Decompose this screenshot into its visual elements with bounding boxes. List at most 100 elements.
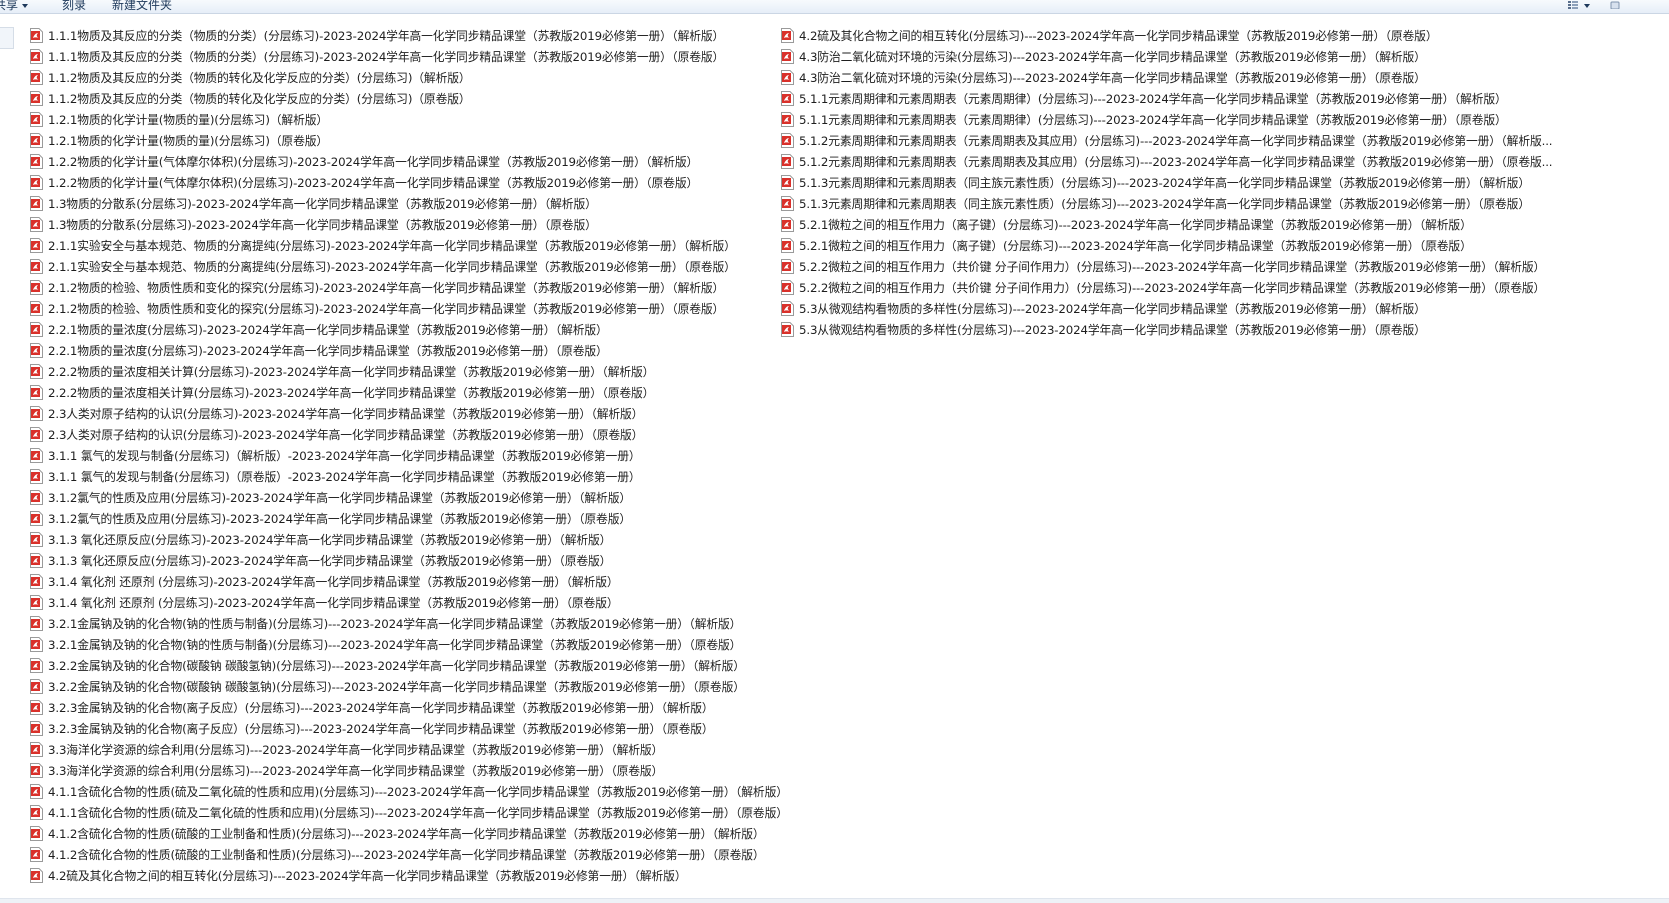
- help-icon[interactable]: [1610, 1, 1620, 9]
- file-item[interactable]: 5.3从微观结构看物质的多样性(分层练习)---2023-2024学年高一化学同…: [781, 298, 1552, 319]
- file-item[interactable]: 2.1.2物质的检验、物质性质和变化的探究(分层练习)-2023-2024学年高…: [30, 298, 788, 319]
- file-item[interactable]: 3.1.2氯气的性质及应用(分层练习)-2023-2024学年高一化学同步精品课…: [30, 487, 788, 508]
- file-item[interactable]: 4.3防治二氧化硫对环境的污染(分层练习)---2023-2024学年高一化学同…: [781, 67, 1552, 88]
- file-name: 3.3海洋化学资源的综合利用(分层练习)---2023-2024学年高一化学同步…: [48, 764, 664, 778]
- file-name: 1.2.1物质的化学计量(物质的量)(分层练习)（原卷版）: [48, 134, 329, 148]
- file-item[interactable]: 4.1.2含硫化合物的性质(硫酸的工业制备和性质)(分层练习)---2023-2…: [30, 844, 788, 865]
- file-name: 1.1.2物质及其反应的分类（物质的转化及化学反应的分类）(分层练习)（解析版）: [48, 71, 471, 85]
- pdf-file-icon: [30, 553, 43, 568]
- view-options-icon[interactable]: [1568, 1, 1578, 9]
- file-item[interactable]: 1.1.1物质及其反应的分类（物质的分类）(分层练习)-2023-2024学年高…: [30, 25, 788, 46]
- pdf-file-icon: [30, 112, 43, 127]
- file-item[interactable]: 2.3人类对原子结构的认识(分层练习)-2023-2024学年高一化学同步精品课…: [30, 403, 788, 424]
- file-item[interactable]: 5.2.1微粒之间的相互作用力（离子键）(分层练习)---2023-2024学年…: [781, 235, 1552, 256]
- pdf-file-icon: [781, 322, 794, 337]
- file-item[interactable]: 2.1.1实验安全与基本规范、物质的分离提纯(分层练习)-2023-2024学年…: [30, 256, 788, 277]
- file-item[interactable]: 2.1.2物质的检验、物质性质和变化的探究(分层练习)-2023-2024学年高…: [30, 277, 788, 298]
- file-item[interactable]: 4.1.1含硫化合物的性质(硫及二氧化硫的性质和应用)(分层练习)---2023…: [30, 781, 788, 802]
- file-item[interactable]: 4.1.1含硫化合物的性质(硫及二氧化硫的性质和应用)(分层练习)---2023…: [30, 802, 788, 823]
- file-item[interactable]: 1.1.2物质及其反应的分类（物质的转化及化学反应的分类）(分层练习)（原卷版）: [30, 88, 788, 109]
- file-item[interactable]: 3.2.2金属钠及钠的化合物(碳酸钠 碳酸氢钠)(分层练习)---2023-20…: [30, 676, 788, 697]
- file-item[interactable]: 3.1.1 氯气的发现与制备(分层练习)（原卷版）-2023-2024学年高一化…: [30, 466, 788, 487]
- file-name: 3.1.2氯气的性质及应用(分层练习)-2023-2024学年高一化学同步精品课…: [48, 512, 631, 526]
- file-name: 1.2.2物质的化学计量(气体摩尔体积)(分层练习)-2023-2024学年高一…: [48, 176, 699, 190]
- file-name: 3.3海洋化学资源的综合利用(分层练习)---2023-2024学年高一化学同步…: [48, 743, 664, 757]
- file-name: 1.1.1物质及其反应的分类（物质的分类）(分层练习)-2023-2024学年高…: [48, 29, 725, 43]
- file-item[interactable]: 1.3物质的分散系(分层练习)-2023-2024学年高一化学同步精品课堂（苏教…: [30, 214, 788, 235]
- file-name: 4.3防治二氧化硫对环境的污染(分层练习)---2023-2024学年高一化学同…: [799, 50, 1426, 64]
- share-button[interactable]: 共享: [0, 0, 29, 13]
- pdf-file-icon: [30, 679, 43, 694]
- file-item[interactable]: 3.1.3 氧化还原反应(分层练习)-2023-2024学年高一化学同步精品课堂…: [30, 550, 788, 571]
- file-item[interactable]: 5.1.1元素周期律和元素周期表（元素周期律）(分层练习)---2023-202…: [781, 109, 1552, 130]
- file-item[interactable]: 3.1.4 氧化剂 还原剂 (分层练习)-2023-2024学年高一化学同步精品…: [30, 592, 788, 613]
- file-name: 3.1.4 氧化剂 还原剂 (分层练习)-2023-2024学年高一化学同步精品…: [48, 575, 619, 589]
- file-name: 3.2.2金属钠及钠的化合物(碳酸钠 碳酸氢钠)(分层练习)---2023-20…: [48, 680, 745, 694]
- file-item[interactable]: 1.3物质的分散系(分层练习)-2023-2024学年高一化学同步精品课堂（苏教…: [30, 193, 788, 214]
- file-name: 3.2.2金属钠及钠的化合物(碳酸钠 碳酸氢钠)(分层练习)---2023-20…: [48, 659, 745, 673]
- file-item[interactable]: 5.2.1微粒之间的相互作用力（离子键）(分层练习)---2023-2024学年…: [781, 214, 1552, 235]
- file-item[interactable]: 5.3从微观结构看物质的多样性(分层练习)---2023-2024学年高一化学同…: [781, 319, 1552, 340]
- file-item[interactable]: 1.2.1物质的化学计量(物质的量)(分层练习)（原卷版）: [30, 130, 788, 151]
- file-item[interactable]: 4.1.2含硫化合物的性质(硫酸的工业制备和性质)(分层练习)---2023-2…: [30, 823, 788, 844]
- file-name: 2.2.2物质的量浓度相关计算(分层练习)-2023-2024学年高一化学同步精…: [48, 365, 655, 379]
- pdf-file-icon: [30, 238, 43, 253]
- file-item[interactable]: 3.1.1 氯气的发现与制备(分层练习)（解析版）-2023-2024学年高一化…: [30, 445, 788, 466]
- file-item[interactable]: 2.3人类对原子结构的认识(分层练习)-2023-2024学年高一化学同步精品课…: [30, 424, 788, 445]
- pdf-file-icon: [30, 91, 43, 106]
- file-item[interactable]: 2.2.1物质的量浓度(分层练习)-2023-2024学年高一化学同步精品课堂（…: [30, 319, 788, 340]
- file-item[interactable]: 1.2.2物质的化学计量(气体摩尔体积)(分层练习)-2023-2024学年高一…: [30, 151, 788, 172]
- file-item[interactable]: 3.2.3金属钠及钠的化合物(离子反应）(分层练习)---2023-2024学年…: [30, 718, 788, 739]
- file-item[interactable]: 3.1.2氯气的性质及应用(分层练习)-2023-2024学年高一化学同步精品课…: [30, 508, 788, 529]
- pdf-file-icon: [781, 280, 794, 295]
- file-item[interactable]: 2.2.1物质的量浓度(分层练习)-2023-2024学年高一化学同步精品课堂（…: [30, 340, 788, 361]
- pdf-file-icon: [30, 469, 43, 484]
- pdf-file-icon: [781, 91, 794, 106]
- file-item[interactable]: 5.1.3元素周期律和元素周期表（同主族元素性质）(分层练习)---2023-2…: [781, 193, 1552, 214]
- file-item[interactable]: 3.1.4 氧化剂 还原剂 (分层练习)-2023-2024学年高一化学同步精品…: [30, 571, 788, 592]
- file-item[interactable]: 5.1.2元素周期律和元素周期表（元素周期表及其应用）(分层练习)---2023…: [781, 151, 1553, 172]
- file-name: 4.1.2含硫化合物的性质(硫酸的工业制备和性质)(分层练习)---2023-2…: [48, 827, 765, 841]
- file-item[interactable]: 3.2.1金属钠及钠的化合物(钠的性质与制备)(分层练习)---2023-202…: [30, 634, 788, 655]
- file-item[interactable]: 5.1.3元素周期律和元素周期表（同主族元素性质）(分层练习)---2023-2…: [781, 172, 1552, 193]
- file-item[interactable]: 1.2.1物质的化学计量(物质的量)(分层练习)（解析版）: [30, 109, 788, 130]
- file-item[interactable]: 3.1.3 氧化还原反应(分层练习)-2023-2024学年高一化学同步精品课堂…: [30, 529, 788, 550]
- file-item[interactable]: 3.2.3金属钠及钠的化合物(离子反应）(分层练习)---2023-2024学年…: [30, 697, 788, 718]
- file-item[interactable]: 5.2.2微粒之间的相互作用力（共价键 分子间作用力）(分层练习)---2023…: [781, 277, 1552, 298]
- view-dropdown-icon[interactable]: [1584, 4, 1590, 8]
- file-item[interactable]: 5.1.2元素周期律和元素周期表（元素周期表及其应用）(分层练习)---2023…: [781, 130, 1553, 151]
- pdf-file-icon: [30, 406, 43, 421]
- file-item[interactable]: 3.2.1金属钠及钠的化合物(钠的性质与制备)(分层练习)---2023-202…: [30, 613, 788, 634]
- file-item[interactable]: 3.3海洋化学资源的综合利用(分层练习)---2023-2024学年高一化学同步…: [30, 760, 788, 781]
- file-name: 5.3从微观结构看物质的多样性(分层练习)---2023-2024学年高一化学同…: [799, 302, 1426, 316]
- file-item[interactable]: 1.2.2物质的化学计量(气体摩尔体积)(分层练习)-2023-2024学年高一…: [30, 172, 788, 193]
- pdf-file-icon: [30, 721, 43, 736]
- pdf-file-icon: [781, 238, 794, 253]
- file-item[interactable]: 3.2.2金属钠及钠的化合物(碳酸钠 碳酸氢钠)(分层练习)---2023-20…: [30, 655, 788, 676]
- pdf-file-icon: [781, 154, 794, 169]
- file-item[interactable]: 4.3防治二氧化硫对环境的污染(分层练习)---2023-2024学年高一化学同…: [781, 46, 1552, 67]
- file-name: 3.1.2氯气的性质及应用(分层练习)-2023-2024学年高一化学同步精品课…: [48, 491, 631, 505]
- file-name: 1.1.1物质及其反应的分类（物质的分类）(分层练习)-2023-2024学年高…: [48, 50, 725, 64]
- file-item[interactable]: 1.1.2物质及其反应的分类（物质的转化及化学反应的分类）(分层练习)（解析版）: [30, 67, 788, 88]
- file-item[interactable]: 4.2硫及其化合物之间的相互转化(分层练习)---2023-2024学年高一化学…: [30, 865, 788, 886]
- new-folder-button[interactable]: 新建文件夹: [112, 0, 172, 13]
- pdf-file-icon: [30, 448, 43, 463]
- pdf-file-icon: [30, 637, 43, 652]
- file-item[interactable]: 2.2.2物质的量浓度相关计算(分层练习)-2023-2024学年高一化学同步精…: [30, 382, 788, 403]
- file-name: 4.1.2含硫化合物的性质(硫酸的工业制备和性质)(分层练习)---2023-2…: [48, 848, 765, 862]
- file-item[interactable]: 3.3海洋化学资源的综合利用(分层练习)---2023-2024学年高一化学同步…: [30, 739, 788, 760]
- file-name: 2.3人类对原子结构的认识(分层练习)-2023-2024学年高一化学同步精品课…: [48, 407, 644, 421]
- file-item[interactable]: 4.2硫及其化合物之间的相互转化(分层练习)---2023-2024学年高一化学…: [781, 25, 1552, 46]
- file-name: 2.2.2物质的量浓度相关计算(分层练习)-2023-2024学年高一化学同步精…: [48, 386, 655, 400]
- burn-button[interactable]: 刻录: [62, 0, 86, 13]
- file-item[interactable]: 5.1.1元素周期律和元素周期表（元素周期律）(分层练习)---2023-202…: [781, 88, 1552, 109]
- pdf-file-icon: [30, 322, 43, 337]
- file-item[interactable]: 1.1.1物质及其反应的分类（物质的分类）(分层练习)-2023-2024学年高…: [30, 46, 788, 67]
- file-name: 2.1.1实验安全与基本规范、物质的分离提纯(分层练习)-2023-2024学年…: [48, 239, 736, 253]
- file-item[interactable]: 2.1.1实验安全与基本规范、物质的分离提纯(分层练习)-2023-2024学年…: [30, 235, 788, 256]
- pdf-file-icon: [30, 133, 43, 148]
- file-item[interactable]: 5.2.2微粒之间的相互作用力（共价键 分子间作用力）(分层练习)---2023…: [781, 256, 1552, 277]
- file-item[interactable]: 2.2.2物质的量浓度相关计算(分层练习)-2023-2024学年高一化学同步精…: [30, 361, 788, 382]
- pdf-file-icon: [781, 70, 794, 85]
